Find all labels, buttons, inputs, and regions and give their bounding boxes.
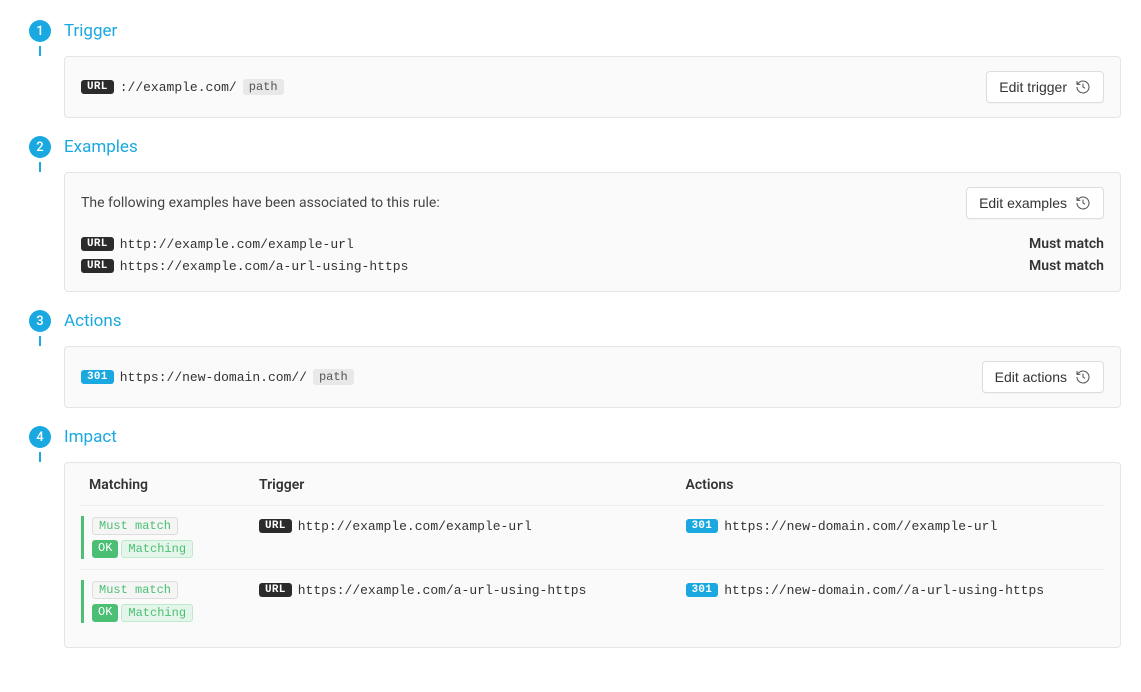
url-badge: URL <box>259 519 292 533</box>
step-indicator: 1 <box>20 20 60 52</box>
action-expression: 301 https://new-domain.com// path <box>81 369 354 385</box>
example-row: URL http://example.com/example-url Must … <box>81 233 1104 255</box>
impact-trigger-cell: URL http://example.com/example-url <box>251 516 678 559</box>
edit-actions-label: Edit actions <box>995 369 1067 385</box>
impact-action-url: https://new-domain.com//example-url <box>724 519 997 534</box>
example-url: http://example.com/example-url <box>120 237 354 252</box>
url-badge: URL <box>81 80 114 94</box>
step-connector-line <box>39 452 41 462</box>
step-connector-line <box>39 162 41 172</box>
ok-pill: OK <box>92 540 118 558</box>
impact-action-url: https://new-domain.com//a-url-using-http… <box>724 583 1044 598</box>
step-connector-line <box>39 336 41 346</box>
step-title: Trigger <box>64 20 1121 42</box>
history-icon <box>1075 79 1091 95</box>
example-must-match: Must match <box>1029 236 1104 252</box>
path-token: path <box>313 369 354 385</box>
impact-row: Must match OK Matching URL https://examp… <box>81 569 1104 633</box>
step-indicator: 4 <box>20 426 60 458</box>
edit-actions-button[interactable]: Edit actions <box>982 361 1104 393</box>
step-number-badge: 1 <box>29 20 51 42</box>
step-impact: 4 Impact Matching Trigger Actions Must m… <box>20 426 1121 668</box>
trigger-expression: URL ://example.com/ path <box>81 79 284 95</box>
url-badge: URL <box>81 237 114 251</box>
impact-trigger-url: http://example.com/example-url <box>298 519 532 534</box>
edit-trigger-label: Edit trigger <box>999 79 1067 95</box>
impact-action-cell: 301 https://new-domain.com//example-url <box>678 516 1105 559</box>
url-badge: URL <box>81 259 114 273</box>
example-row: URL https://example.com/a-url-using-http… <box>81 255 1104 277</box>
impact-trigger-url: https://example.com/a-url-using-https <box>298 583 587 598</box>
step-actions: 3 Actions 301 https://new-domain.com// p… <box>20 310 1121 422</box>
examples-intro-text: The following examples have been associa… <box>81 192 440 214</box>
must-match-pill: Must match <box>92 581 178 599</box>
step-title: Actions <box>64 310 1121 332</box>
history-icon <box>1075 195 1091 211</box>
step-title: Impact <box>64 426 1121 448</box>
impact-row: Must match OK Matching URL http://exampl… <box>81 505 1104 569</box>
impact-action-cell: 301 https://new-domain.com//a-url-using-… <box>678 580 1105 623</box>
step-title: Examples <box>64 136 1121 158</box>
status-code-badge: 301 <box>81 370 114 384</box>
trigger-url-text: ://example.com/ <box>120 80 237 95</box>
status-code-badge: 301 <box>686 583 719 597</box>
col-actions: Actions <box>678 477 1105 493</box>
example-url: https://example.com/a-url-using-https <box>120 259 409 274</box>
trigger-panel: URL ://example.com/ path Edit trigger <box>64 56 1121 118</box>
step-indicator: 2 <box>20 136 60 168</box>
step-connector-line <box>39 46 41 56</box>
impact-panel: Matching Trigger Actions Must match OK M… <box>64 462 1121 648</box>
ok-pill: OK <box>92 604 118 622</box>
status-code-badge: 301 <box>686 519 719 533</box>
example-must-match: Must match <box>1029 258 1104 274</box>
matching-pill: Matching <box>121 604 193 622</box>
step-examples: 2 Examples The following examples have b… <box>20 136 1121 306</box>
col-trigger: Trigger <box>251 477 678 493</box>
edit-trigger-button[interactable]: Edit trigger <box>986 71 1104 103</box>
matching-pill: Matching <box>121 540 193 558</box>
impact-matching-cell: Must match OK Matching <box>81 580 251 623</box>
action-url-text: https://new-domain.com// <box>120 370 307 385</box>
step-number-badge: 2 <box>29 136 51 158</box>
must-match-pill: Must match <box>92 517 178 535</box>
path-token: path <box>243 79 284 95</box>
impact-trigger-cell: URL https://example.com/a-url-using-http… <box>251 580 678 623</box>
examples-panel: The following examples have been associa… <box>64 172 1121 292</box>
step-indicator: 3 <box>20 310 60 342</box>
actions-panel: 301 https://new-domain.com// path Edit a… <box>64 346 1121 408</box>
step-trigger: 1 Trigger URL ://example.com/ path Edit … <box>20 20 1121 132</box>
example-list: URL http://example.com/example-url Must … <box>81 233 1104 277</box>
step-number-badge: 4 <box>29 426 51 448</box>
url-badge: URL <box>259 583 292 597</box>
step-number-badge: 3 <box>29 310 51 332</box>
col-matching: Matching <box>81 477 251 493</box>
impact-table: Matching Trigger Actions Must match OK M… <box>81 477 1104 633</box>
history-icon <box>1075 369 1091 385</box>
edit-examples-label: Edit examples <box>979 195 1067 211</box>
edit-examples-button[interactable]: Edit examples <box>966 187 1104 219</box>
impact-table-header: Matching Trigger Actions <box>81 477 1104 505</box>
impact-matching-cell: Must match OK Matching <box>81 516 251 559</box>
